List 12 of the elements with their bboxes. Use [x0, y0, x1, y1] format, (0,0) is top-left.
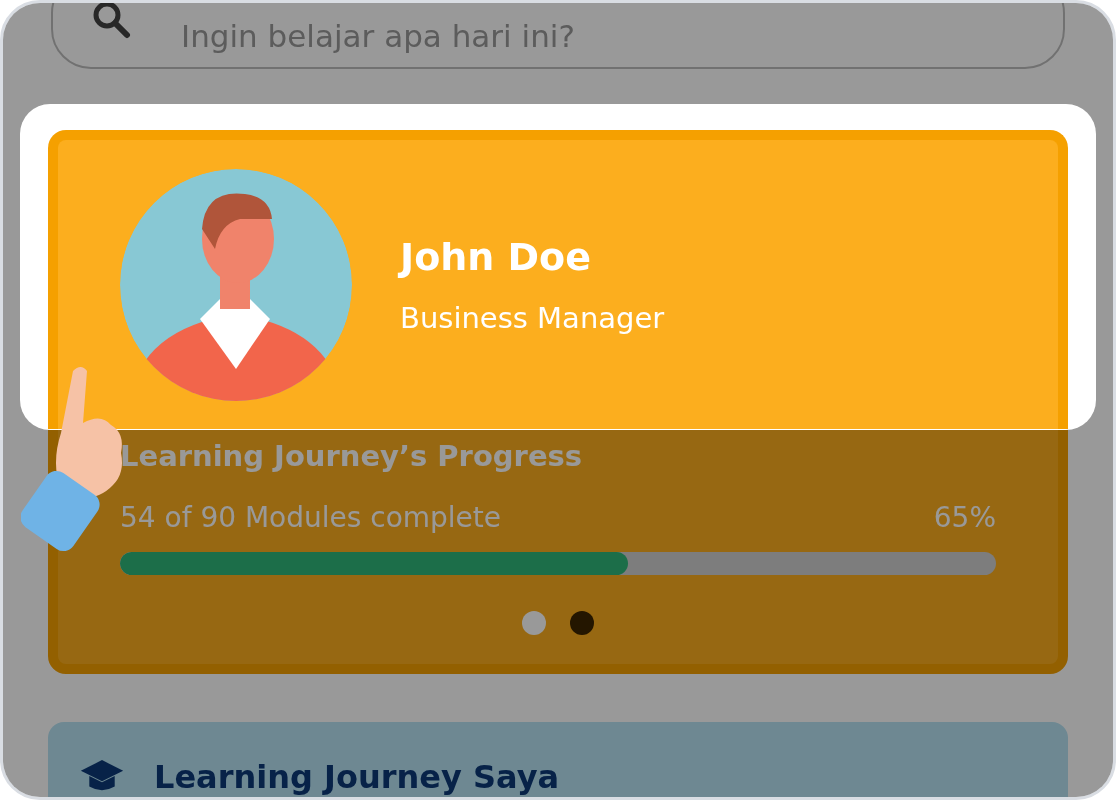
page-dot[interactable] — [570, 611, 594, 635]
search-field[interactable]: Ingin belajar apa hari ini? — [51, 3, 1065, 69]
user-name: John Doe — [400, 234, 592, 279]
journey-title: Learning Journey Saya — [154, 758, 560, 796]
user-role: Business Manager — [400, 300, 665, 335]
progress-percent: 65% — [933, 501, 996, 534]
journey-card[interactable]: Learning Journey Saya — [48, 722, 1068, 797]
modules-summary: 54 of 90 Modules complete — [120, 501, 502, 534]
avatar-icon — [120, 168, 352, 401]
search-icon — [91, 3, 131, 39]
progress-title: Learning Journey’s Progress — [120, 439, 584, 473]
page-dot[interactable] — [522, 611, 546, 635]
